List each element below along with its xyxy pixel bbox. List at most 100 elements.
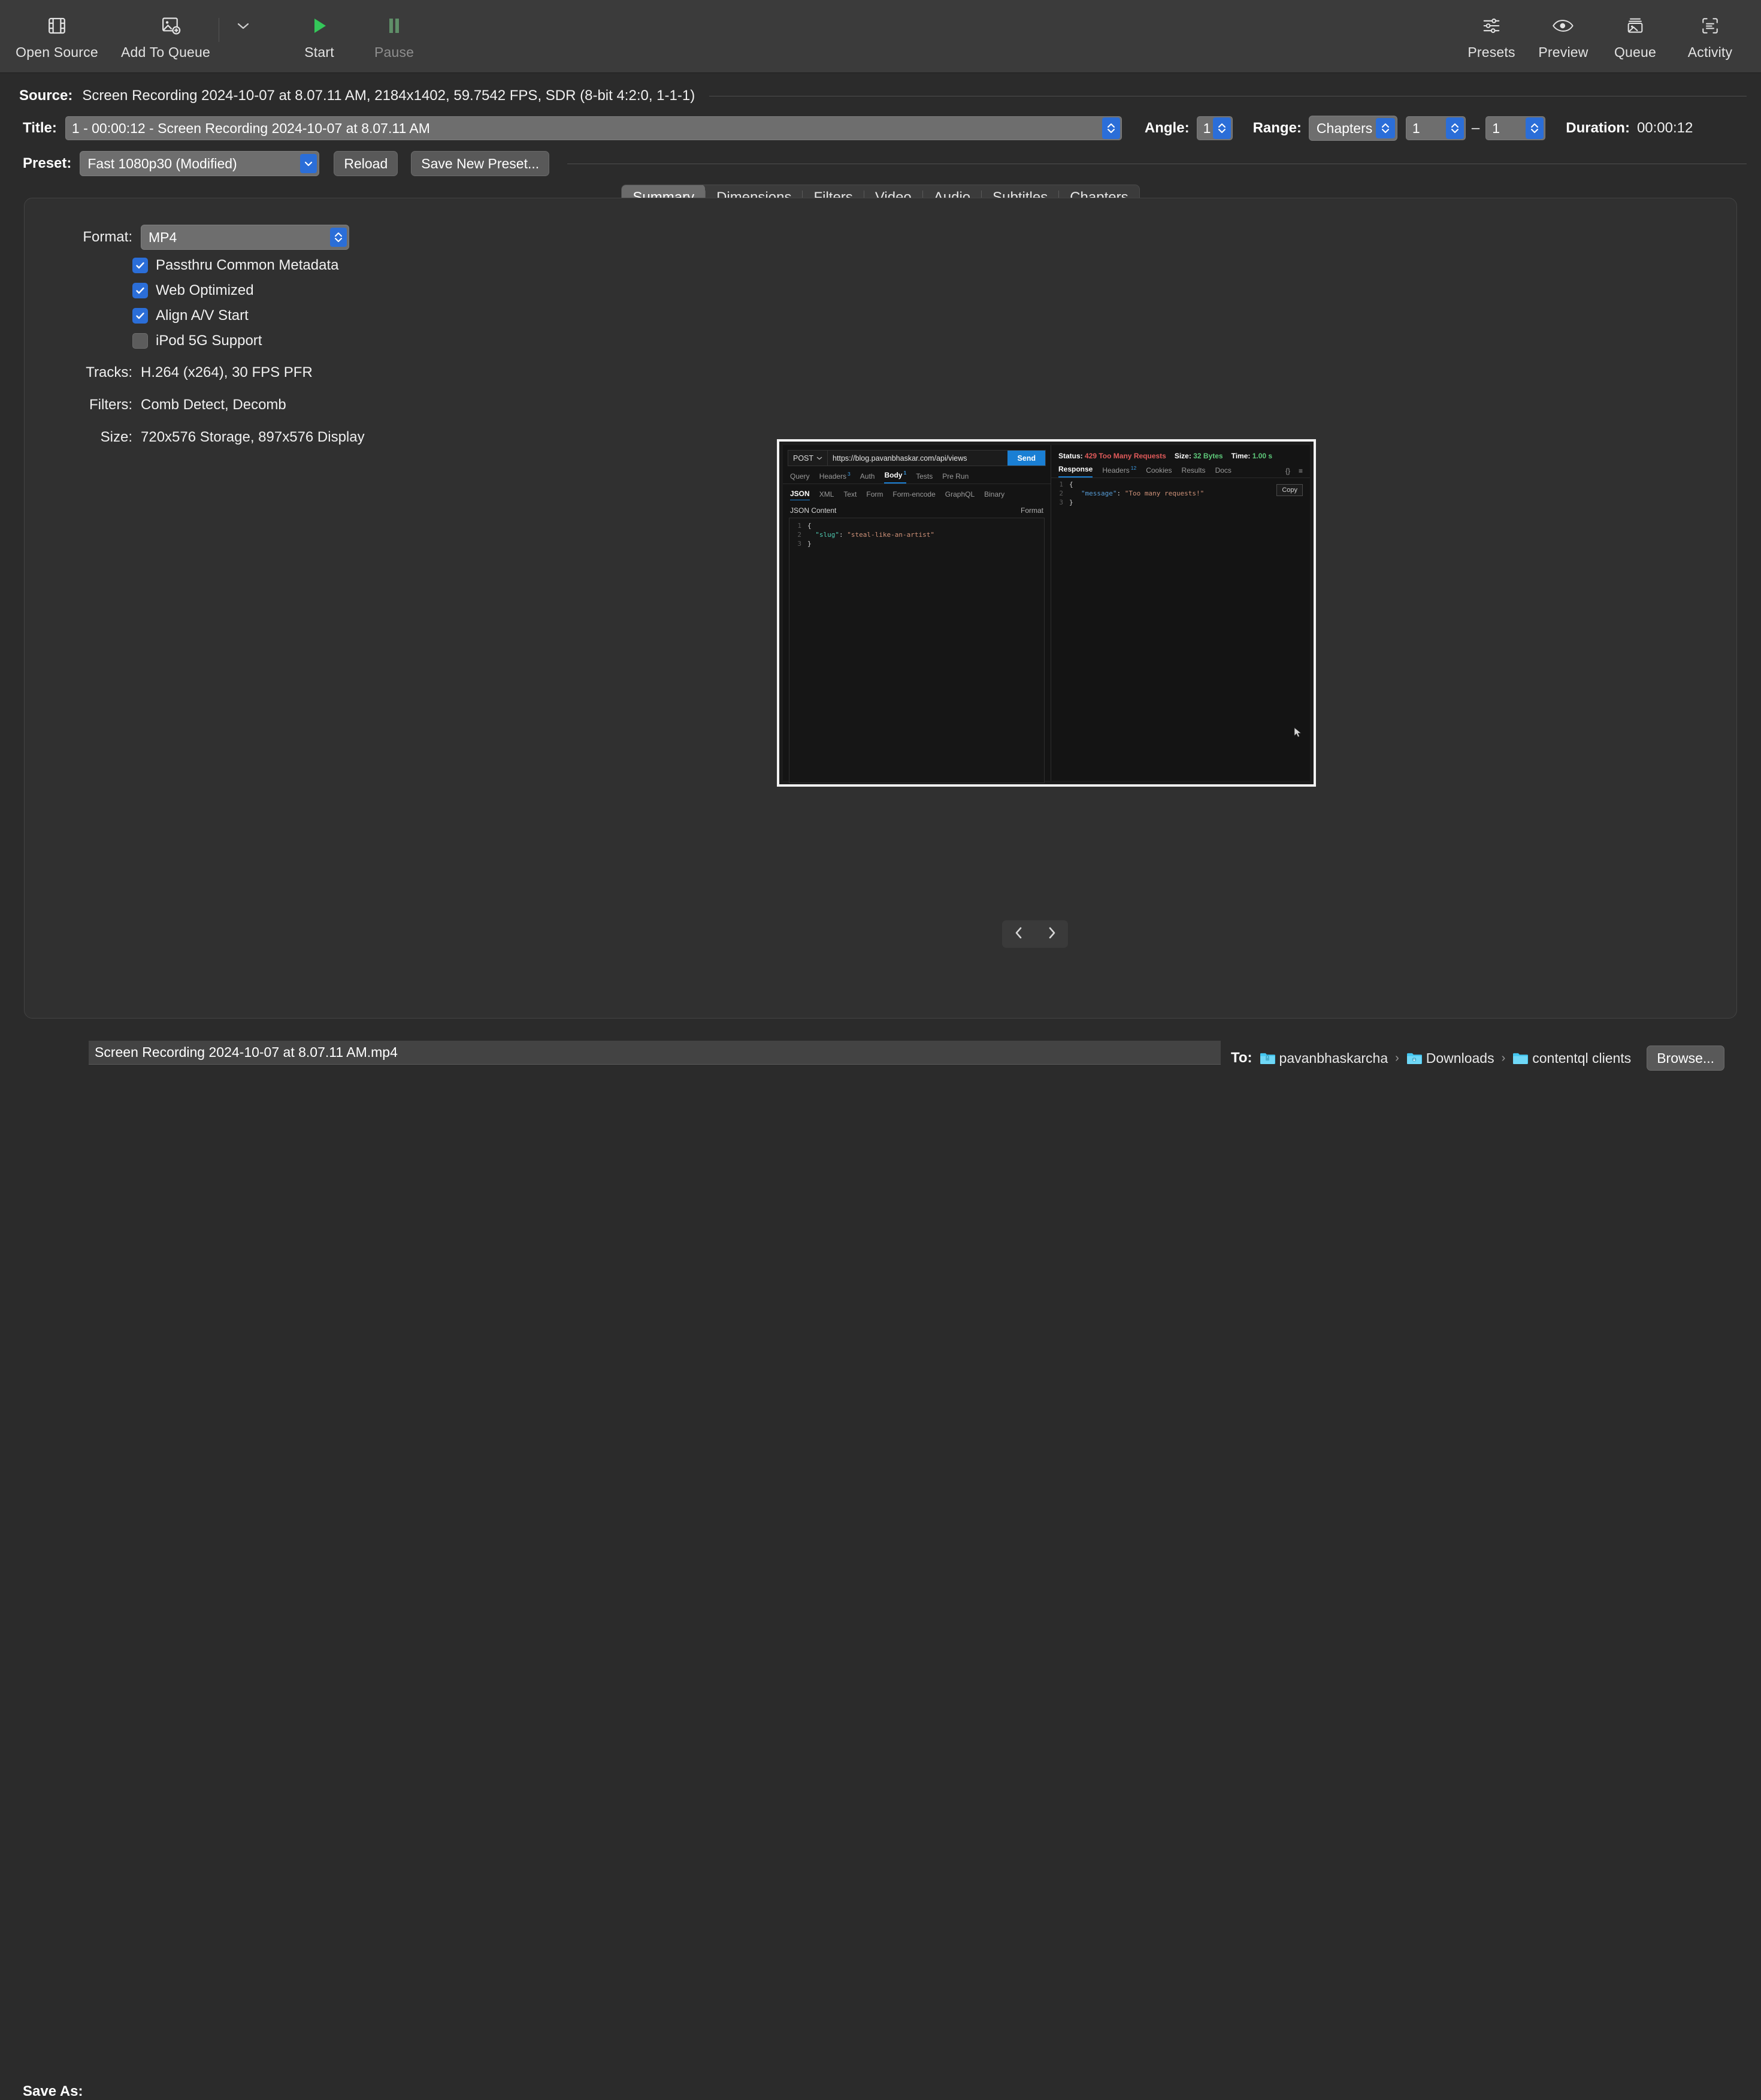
response-tab-cookies-label: Cookies [1146, 466, 1172, 475]
send-button[interactable]: Send [1007, 451, 1045, 466]
format-stepper-icon[interactable] [330, 228, 347, 247]
raw-lines-icon[interactable]: ≡ [1299, 467, 1303, 475]
response-tab-results[interactable]: Results [1182, 466, 1206, 478]
preset-select[interactable]: Fast 1080p30 (Modified) [80, 151, 319, 176]
browse-button[interactable]: Browse... [1647, 1046, 1724, 1071]
chevron-left-icon [1013, 925, 1024, 941]
request-tab-body[interactable]: Body1 [884, 470, 906, 484]
copy-response-button[interactable]: Copy [1276, 484, 1303, 496]
activity-label: Activity [1688, 44, 1732, 61]
start-button[interactable]: Start [280, 0, 358, 61]
response-tab-cookies[interactable]: Cookies [1146, 466, 1172, 478]
angle-label: Angle: [1145, 120, 1190, 137]
code-line: 2 "slug": "steal-like-an-artist" [789, 530, 1044, 539]
preview-button[interactable]: Preview [1527, 0, 1599, 61]
breadcrumb-home-label: pavanbhaskarcha [1279, 1050, 1388, 1066]
checkmark-icon [132, 258, 148, 273]
range-label: Range: [1253, 120, 1302, 137]
save-new-preset-button[interactable]: Save New Preset... [411, 151, 549, 176]
range-start-stepper-icon[interactable] [1446, 117, 1464, 139]
request-tab-pre-run[interactable]: Pre Run [942, 472, 969, 484]
line-number: 3 [789, 539, 807, 548]
response-tab-headers-badge: 12 [1131, 465, 1136, 471]
angle-stepper[interactable]: 1 [1197, 116, 1233, 140]
chevron-down-icon [816, 456, 822, 460]
response-tab-headers[interactable]: Headers12 [1102, 465, 1136, 478]
body-format-form-encode[interactable]: Form-encode [892, 490, 935, 500]
format-select[interactable]: MP4 [141, 225, 349, 250]
pause-button[interactable]: Pause [358, 0, 430, 61]
checkbox-passthru-common-metadata[interactable]: Passthru Common Metadata [132, 257, 338, 274]
response-tab-docs[interactable]: Docs [1215, 466, 1232, 478]
checkbox-ipod-5g-support[interactable]: iPod 5G Support [132, 333, 262, 349]
next-preview-button[interactable] [1046, 925, 1057, 944]
http-method-select[interactable]: POST [788, 451, 828, 466]
body-format-xml[interactable]: XML [819, 490, 834, 500]
line-number: 3 [1051, 498, 1069, 507]
request-url-input[interactable]: https://blog.pavanbhaskar.com/api/views [828, 451, 1007, 466]
format-json-link[interactable]: Format [1021, 506, 1043, 515]
save-as-value: Screen Recording 2024-10-07 at 8.07.11 A… [95, 1044, 398, 1060]
code-line: 3} [1051, 498, 1310, 507]
activity-button[interactable]: Activity [1671, 0, 1749, 61]
http-method-value: POST [793, 454, 813, 463]
body-format-json[interactable]: JSON [790, 490, 810, 500]
range-end-stepper[interactable]: 1 [1485, 116, 1545, 140]
range-end-stepper-icon[interactable] [1526, 117, 1544, 139]
destination-path-area: To: pavanbhaskarcha › Downloads › [1231, 1046, 1724, 1071]
range-mode-select[interactable]: Chapters [1309, 116, 1397, 141]
preset-value: Fast 1080p30 (Modified) [87, 156, 237, 172]
breadcrumb-item-downloads[interactable]: Downloads [1406, 1050, 1494, 1066]
request-tab-tests[interactable]: Tests [916, 472, 933, 484]
save-as-input[interactable]: Screen Recording 2024-10-07 at 8.07.11 A… [89, 1041, 1221, 1065]
response-tab-response[interactable]: Response [1058, 465, 1093, 478]
format-value: MP4 [149, 229, 177, 246]
range-start-stepper[interactable]: 1 [1406, 116, 1466, 140]
preview-thumbnail[interactable]: POST https://blog.pavanbhaskar.com/api/v… [777, 439, 1316, 787]
range-mode-stepper-icon[interactable] [1376, 118, 1395, 138]
body-format-text[interactable]: Text [843, 490, 857, 500]
reload-preset-button[interactable]: Reload [334, 151, 398, 176]
duration-label: Duration: [1566, 120, 1630, 137]
breadcrumb-contentql-label: contentql clients [1532, 1050, 1631, 1066]
request-tab-query[interactable]: Query [790, 472, 810, 484]
request-tab-headers[interactable]: Headers3 [819, 471, 851, 484]
line-number: 2 [1051, 489, 1069, 498]
breadcrumb-item-contentql-clients[interactable]: contentql clients [1512, 1050, 1631, 1066]
request-tab-headers-badge: 3 [848, 471, 851, 477]
request-tab-tests-label: Tests [916, 472, 933, 481]
queue-image-icon [1625, 12, 1645, 40]
title-value: 1 - 00:00:12 - Screen Recording 2024-10-… [72, 120, 430, 137]
queue-button[interactable]: Queue [1599, 0, 1671, 61]
body-format-binary[interactable]: Binary [984, 490, 1004, 500]
prev-preview-button[interactable] [1013, 925, 1024, 944]
line-text: "slug": "steal-like-an-artist" [807, 530, 934, 539]
request-tab-auth[interactable]: Auth [860, 472, 875, 484]
line-text: } [1069, 498, 1073, 507]
pause-label: Pause [374, 44, 414, 61]
title-select[interactable]: 1 - 00:00:12 - Screen Recording 2024-10-… [65, 116, 1122, 140]
json-content-label: JSON Content [790, 506, 836, 515]
presets-button[interactable]: Presets [1456, 0, 1527, 61]
request-code-editor[interactable]: 1{ 2 "slug": "steal-like-an-artist" 3} [789, 518, 1045, 783]
checkbox-web-optimized[interactable]: Web Optimized [132, 282, 254, 299]
url-bar: POST https://blog.pavanbhaskar.com/api/v… [788, 450, 1046, 466]
body-format-form[interactable]: Form [866, 490, 883, 500]
checkbox-web-optimized-label: Web Optimized [156, 282, 254, 299]
title-stepper-icon[interactable] [1102, 117, 1120, 139]
add-to-queue-button[interactable]: Add To Queue [108, 0, 210, 61]
add-to-queue-chevron-down-icon[interactable] [228, 12, 259, 40]
open-source-button[interactable]: Open Source [6, 0, 108, 61]
body-format-graphql[interactable]: GraphQL [945, 490, 975, 500]
request-pane: POST https://blog.pavanbhaskar.com/api/v… [783, 445, 1051, 781]
preset-chevron-down-icon[interactable] [300, 154, 317, 173]
code-line: 3} [789, 539, 1044, 548]
angle-stepper-icon[interactable] [1213, 117, 1231, 139]
breadcrumb-item-home[interactable]: pavanbhaskarcha [1260, 1050, 1388, 1066]
play-icon [310, 12, 328, 40]
response-status-line: Status: 429 Too Many Requests Size: 32 B… [1051, 445, 1310, 460]
checkbox-align-av-start[interactable]: Align A/V Start [132, 307, 249, 324]
pretty-braces-icon[interactable]: {} [1285, 467, 1290, 475]
body-format-tabs: JSON XML Text Form Form-encode GraphQL B… [783, 484, 1051, 500]
size-label: Size: [50, 429, 132, 446]
